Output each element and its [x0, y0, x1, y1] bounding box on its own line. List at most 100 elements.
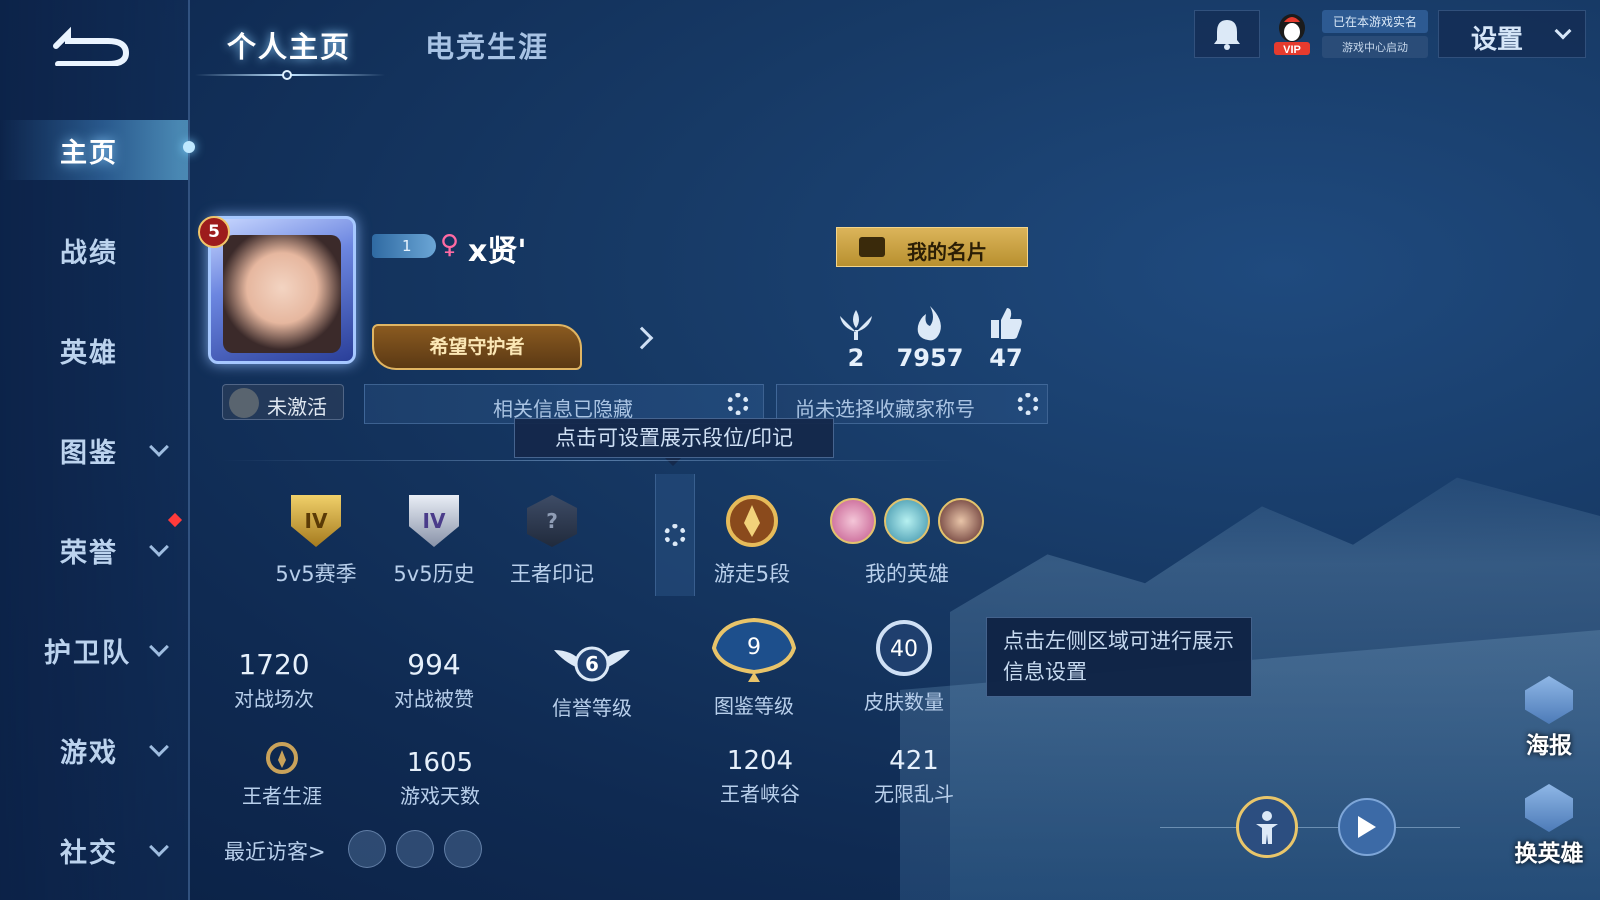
inactive-badge[interactable]: 未激活	[222, 384, 344, 420]
kings-canyon[interactable]: 1204 王者峡谷	[690, 746, 830, 807]
media-track	[1160, 827, 1460, 828]
sidebar-item-games[interactable]: 游戏	[0, 720, 188, 780]
star-icon	[229, 388, 259, 418]
visitor-avatar[interactable]	[348, 830, 386, 868]
chevron-down-icon	[149, 837, 169, 857]
level-badge: 5	[198, 216, 230, 248]
unknown-mark-icon: ?	[527, 495, 577, 547]
tab-personal-home[interactable]: 个人主页	[227, 24, 351, 66]
stat-likes: 47	[961, 306, 1051, 372]
visitor-avatar[interactable]	[444, 830, 482, 868]
sidebar-item-label: 护卫队	[44, 637, 131, 669]
sidebar-item-label: 游戏	[60, 737, 118, 769]
king-career-icon	[266, 742, 298, 774]
game-days[interactable]: 1605 游戏天数	[370, 748, 510, 809]
female-icon: ♀	[440, 230, 460, 260]
tab-active-indicator	[282, 70, 292, 80]
likes-received-label: 对战被赞	[394, 687, 474, 711]
visitor-avatar[interactable]	[396, 830, 434, 868]
rank-chip: 1	[372, 234, 436, 258]
hero-avatar	[938, 498, 984, 544]
avatar[interactable]	[208, 216, 356, 364]
my-card-button[interactable]: 我的名片	[836, 227, 1028, 267]
realname-status: 已在本游戏实名 游戏中心启动	[1322, 10, 1428, 58]
info-tip: 点击左侧区域可进行展示信息设置	[986, 617, 1252, 697]
poster-button[interactable]: 海报	[1504, 676, 1594, 760]
vip-icon[interactable]: VIP	[1270, 12, 1314, 56]
sidebar-item-guard-team[interactable]: 护卫队	[0, 620, 188, 680]
sidebar-item-heroes[interactable]: 英雄	[0, 320, 188, 380]
svg-text:VIP: VIP	[1283, 44, 1301, 56]
likes-received-value: 994	[407, 648, 461, 681]
hero-avatar	[884, 498, 930, 544]
bell-icon	[1214, 20, 1240, 50]
credit-level-value: 6	[585, 652, 599, 676]
sidebar-item-records[interactable]: 战绩	[0, 220, 188, 280]
badge-label: 5v5赛季	[275, 562, 357, 586]
skin-count[interactable]: 40 皮肤数量	[834, 618, 974, 715]
roam-rank[interactable]: 游走5段	[692, 490, 812, 588]
game-center-text: 游戏中心启动	[1322, 36, 1428, 58]
king-career[interactable]: 王者生涯	[212, 740, 352, 809]
title-badge[interactable]: 希望守护者	[372, 324, 582, 370]
season-rank-5v5[interactable]: IV 5v5赛季	[256, 490, 376, 588]
infinite-brawl-value: 421	[889, 746, 939, 776]
hero-pose-button[interactable]	[1236, 796, 1298, 858]
sidebar-item-label: 主页	[60, 137, 118, 169]
recent-visitors-link[interactable]: 最近访客>	[224, 836, 326, 866]
badge-label: 我的英雄	[865, 562, 949, 586]
badge-settings-panel[interactable]	[655, 474, 695, 596]
match-count[interactable]: 1720 对战场次	[204, 648, 344, 712]
catalog-level-label: 图鉴等级	[714, 694, 794, 718]
sidebar-item-label: 荣誉	[60, 537, 118, 569]
skin-count-label: 皮肤数量	[864, 690, 944, 714]
skin-count-value: 40	[890, 637, 918, 662]
sidebar-item-label: 英雄	[60, 337, 118, 369]
gear-icon[interactable]	[664, 524, 686, 546]
tab-esports-career[interactable]: 电竞生涯	[425, 24, 549, 66]
divider	[220, 460, 960, 461]
id-card-icon	[859, 237, 885, 257]
active-indicator-dot	[183, 141, 195, 153]
catalog-level-value: 9	[747, 635, 761, 660]
likes-received[interactable]: 994 对战被赞	[364, 648, 504, 712]
gear-icon[interactable]	[1017, 393, 1039, 415]
roam-badge-icon	[726, 495, 778, 547]
bell-button[interactable]	[1194, 10, 1260, 58]
sidebar: 主页 战绩 英雄 图鉴 荣誉 护卫队 游戏 社交	[0, 0, 195, 900]
skin-count-icon: 40	[876, 620, 932, 676]
badge-label: 游走5段	[713, 562, 791, 586]
poster-icon	[1525, 676, 1573, 724]
history-rank-5v5[interactable]: IV 5v5历史	[374, 490, 494, 588]
sidebar-item-honors[interactable]: 荣誉	[0, 520, 188, 580]
my-heroes[interactable]: 我的英雄	[822, 490, 992, 588]
credit-wings-icon: 6	[554, 646, 630, 682]
change-hero-button[interactable]: 换英雄	[1504, 784, 1594, 868]
infinite-brawl-label: 无限乱斗	[874, 782, 954, 806]
catalog-emblem-icon: 9	[711, 617, 797, 682]
gear-icon[interactable]	[727, 393, 749, 415]
back-arrow-icon[interactable]	[48, 26, 132, 66]
change-hero-icon	[1525, 784, 1573, 832]
flame-icon	[917, 306, 941, 341]
king-mark[interactable]: ? 王者印记	[492, 490, 612, 588]
sidebar-item-social[interactable]: 社交	[0, 820, 188, 880]
sidebar-item-label: 战绩	[60, 237, 118, 269]
catalog-level[interactable]: 9 图鉴等级	[684, 612, 824, 719]
credit-level[interactable]: 6 信誉等级	[522, 640, 662, 721]
play-button[interactable]	[1338, 798, 1396, 856]
sidebar-item-catalog[interactable]: 图鉴	[0, 420, 188, 480]
avatar-photo	[223, 235, 341, 353]
chevron-down-icon	[149, 437, 169, 457]
sidebar-item-home[interactable]: 主页	[0, 120, 188, 180]
chevron-right-icon[interactable]	[630, 326, 654, 350]
change-hero-label: 换英雄	[1514, 841, 1584, 867]
king-career-label: 王者生涯	[242, 784, 322, 808]
inactive-label: 未激活	[267, 395, 327, 419]
hero-avatar	[830, 498, 876, 544]
my-card-label: 我的名片	[907, 240, 987, 264]
chevron-down-icon	[149, 637, 169, 657]
settings-button[interactable]: 设置	[1438, 10, 1586, 58]
infinite-brawl[interactable]: 421 无限乱斗	[844, 746, 984, 807]
person-icon	[1256, 811, 1278, 844]
